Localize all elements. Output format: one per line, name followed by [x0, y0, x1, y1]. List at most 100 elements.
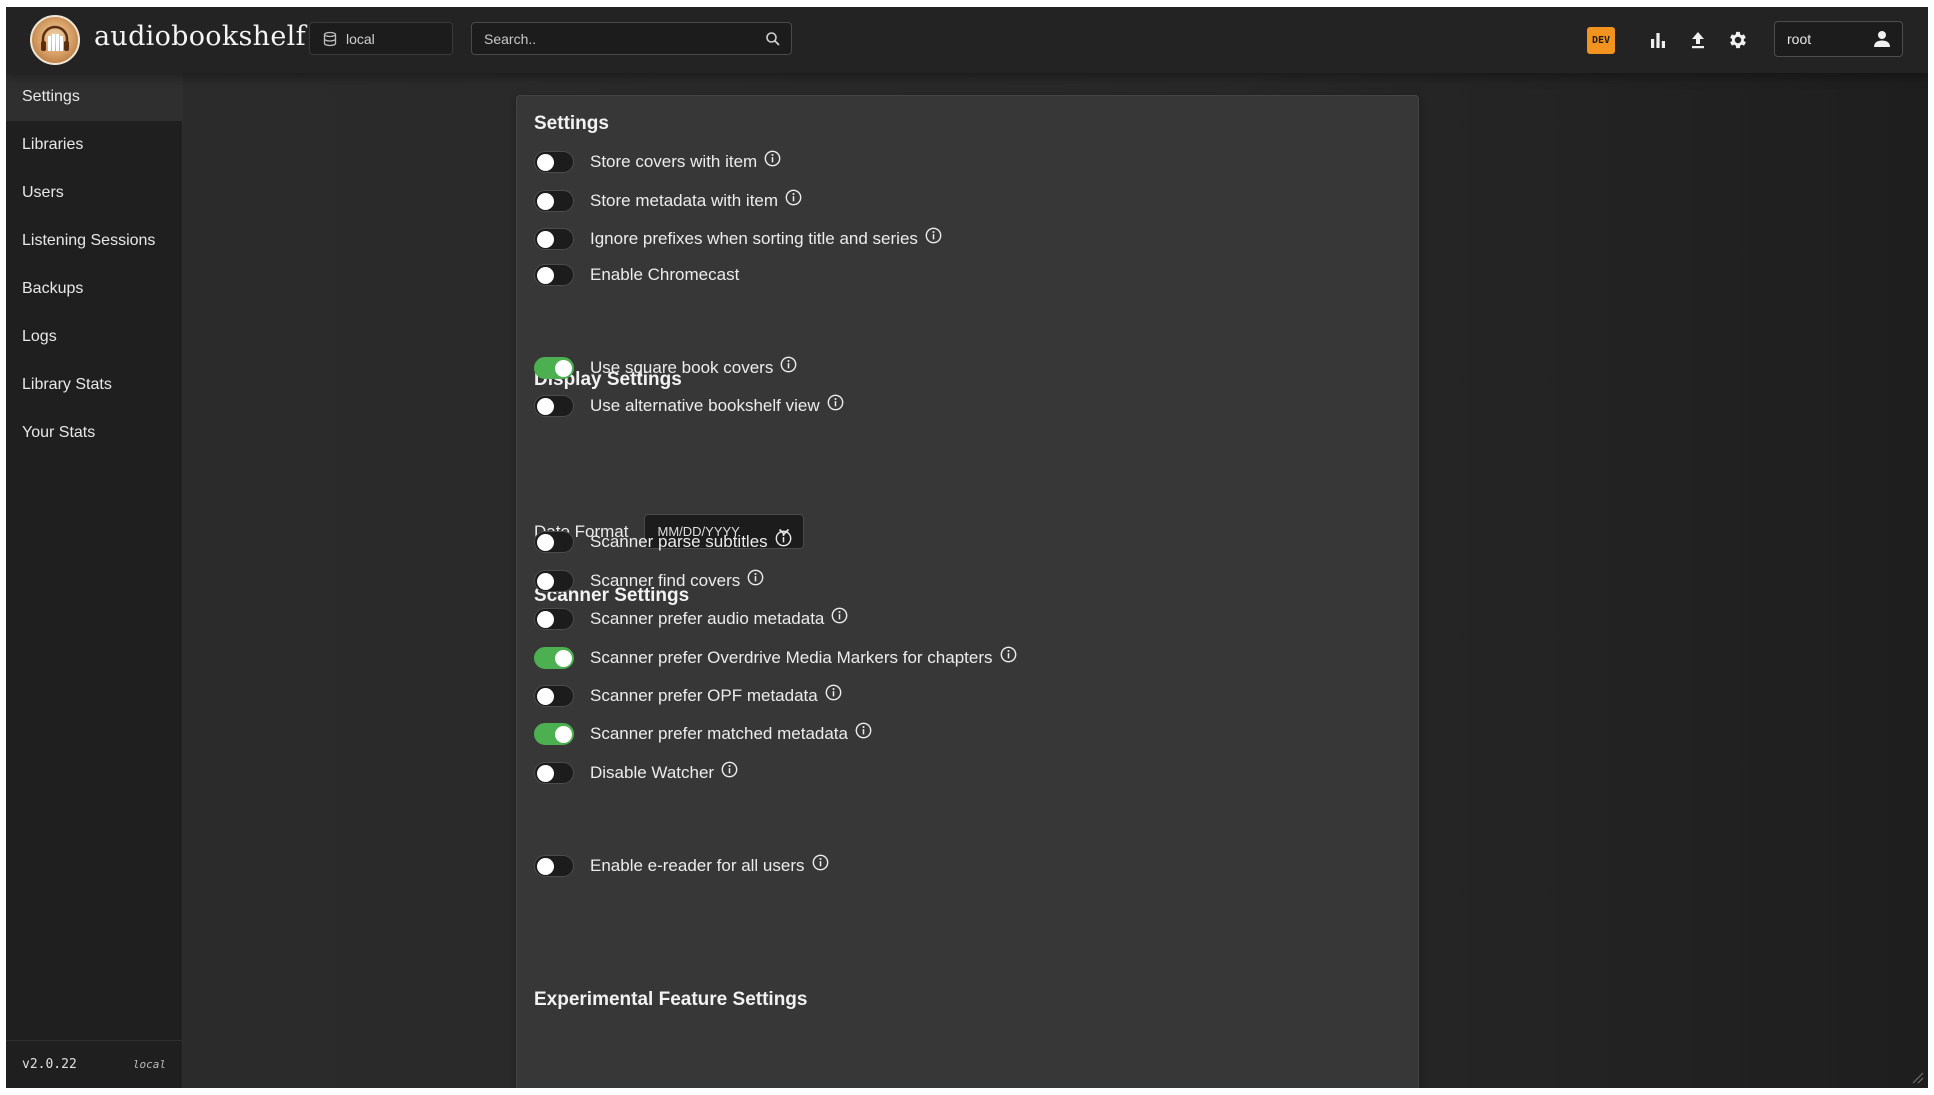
info-icon[interactable]: [855, 722, 872, 739]
toggle-knob: [537, 398, 554, 415]
info-icon[interactable]: [721, 761, 738, 778]
version-label[interactable]: v2.0.22: [22, 1057, 77, 1072]
toggle-knob: [537, 267, 554, 284]
toggle-enable-chromecast[interactable]: [534, 264, 574, 286]
setting-row-store-metadata-with-item: Store metadata with item: [534, 187, 802, 215]
app-title[interactable]: audiobookshelf: [94, 21, 306, 52]
library-name: local: [346, 30, 375, 47]
gear-icon: [1730, 31, 1746, 49]
info-icon[interactable]: [925, 227, 942, 244]
setting-row-ignore-prefixes-when-sorting-title-and-series: Ignore prefixes when sorting title and s…: [534, 225, 942, 253]
setting-row-scanner-prefer-opf-metadata: Scanner prefer OPF metadata: [534, 682, 842, 710]
setting-row-store-covers-with-item: Store covers with item: [534, 148, 781, 176]
setting-label: Store covers with item: [590, 152, 758, 171]
toggle-knob: [537, 193, 554, 210]
sidebar: Settings Libraries Users Listening Sessions…: [6, 73, 183, 1088]
setting-row-scanner-prefer-overdrive-media-markers-for-chapters: Scanner prefer Overdrive Media Markers f…: [534, 644, 1017, 672]
setting-row-scanner-find-covers: Scanner find covers: [534, 567, 764, 595]
upload-button[interactable]: [1686, 28, 1710, 52]
setting-label: Scanner prefer OPF metadata: [590, 686, 818, 705]
sidebar-item-users[interactable]: Users: [6, 169, 182, 217]
setting-label: Store metadata with item: [590, 191, 779, 210]
toggle-scanner-parse-subtitles[interactable]: [534, 531, 574, 553]
sidebar-item-library-stats[interactable]: Library Stats: [6, 361, 182, 409]
sidebar-item-logs[interactable]: Logs: [6, 313, 182, 361]
toggle-enable-e-reader-for-all-users[interactable]: [534, 855, 574, 877]
setting-row-disable-watcher: Disable Watcher: [534, 759, 738, 787]
setting-row-scanner-prefer-matched-metadata: Scanner prefer matched metadata: [534, 720, 872, 748]
toggle-knob: [537, 534, 554, 551]
toggle-knob: [537, 231, 554, 248]
top-bar: audiobookshelf local DEV: [6, 7, 1928, 73]
search-icon[interactable]: [765, 31, 781, 47]
info-icon[interactable]: [825, 684, 842, 701]
headphones-books-icon: [41, 25, 69, 51]
setting-label: Scanner find covers: [590, 571, 741, 590]
toggle-scanner-prefer-matched-metadata[interactable]: [534, 723, 574, 745]
info-icon[interactable]: [747, 569, 764, 586]
info-icon[interactable]: [775, 530, 792, 547]
toggle-ignore-prefixes-when-sorting-title-and-series[interactable]: [534, 228, 574, 250]
toggle-scanner-prefer-overdrive-media-markers-for-chapters[interactable]: [534, 647, 574, 669]
setting-label: Use alternative bookshelf view: [590, 396, 820, 415]
section-title-settings: Settings: [534, 113, 609, 134]
toggle-knob: [555, 360, 572, 377]
database-icon: [323, 31, 337, 46]
info-icon[interactable]: [812, 854, 829, 871]
sidebar-item-your-stats[interactable]: Your Stats: [6, 409, 182, 457]
setting-row-scanner-parse-subtitles: Scanner parse subtitles: [534, 528, 792, 556]
app-window: audiobookshelf local DEV: [6, 7, 1928, 1088]
info-icon[interactable]: [831, 607, 848, 624]
sidebar-item-settings[interactable]: Settings: [6, 73, 182, 121]
toggle-knob: [537, 765, 554, 782]
toggle-use-alternative-bookshelf-view[interactable]: [534, 395, 574, 417]
setting-row-enable-chromecast: Enable Chromecast: [534, 261, 739, 289]
sidebar-footer: v2.0.22 local: [6, 1040, 182, 1088]
bar-chart-icon: [1651, 33, 1665, 48]
stats-button[interactable]: [1646, 28, 1670, 52]
toggle-knob: [537, 573, 554, 590]
info-icon[interactable]: [827, 394, 844, 411]
dev-badge: DEV: [1587, 27, 1615, 54]
upload-icon: [1692, 32, 1704, 49]
search-box[interactable]: [471, 22, 792, 55]
toggle-knob: [537, 858, 554, 875]
setting-label: Scanner prefer Overdrive Media Markers f…: [590, 648, 993, 667]
setting-row-use-alternative-bookshelf-view: Use alternative bookshelf view: [534, 392, 844, 420]
toggle-scanner-find-covers[interactable]: [534, 570, 574, 592]
username: root: [1787, 31, 1812, 47]
search-input[interactable]: [472, 23, 791, 54]
toggle-knob: [537, 154, 554, 171]
resize-grip-icon[interactable]: [1910, 1070, 1924, 1084]
toggle-disable-watcher[interactable]: [534, 762, 574, 784]
settings-button[interactable]: [1726, 28, 1750, 52]
app-logo[interactable]: [30, 15, 80, 65]
setting-label: Disable Watcher: [590, 763, 715, 782]
info-icon[interactable]: [764, 150, 781, 167]
user-menu-button[interactable]: root: [1774, 21, 1903, 57]
sidebar-item-listening-sessions[interactable]: Listening Sessions: [6, 217, 182, 265]
toggle-scanner-prefer-opf-metadata[interactable]: [534, 685, 574, 707]
toggle-store-covers-with-item[interactable]: [534, 151, 574, 173]
toggle-scanner-prefer-audio-metadata[interactable]: [534, 608, 574, 630]
settings-panel: Settings Display Settings Scanner Settin…: [516, 95, 1419, 1088]
toggle-knob: [555, 650, 572, 667]
sidebar-item-backups[interactable]: Backups: [6, 265, 182, 313]
setting-label: Enable e-reader for all users: [590, 856, 805, 875]
setting-row-enable-e-reader-for-all-users: Enable e-reader for all users: [534, 852, 829, 880]
info-icon[interactable]: [785, 189, 802, 206]
sidebar-item-libraries[interactable]: Libraries: [6, 121, 182, 169]
info-icon[interactable]: [1000, 646, 1017, 663]
setting-label: Enable Chromecast: [590, 265, 740, 284]
toggle-store-metadata-with-item[interactable]: [534, 190, 574, 212]
sidebar-nav: Settings Libraries Users Listening Sessions…: [6, 73, 182, 457]
section-title-experimental: Experimental Feature Settings: [534, 989, 808, 1010]
toggle-use-square-book-covers[interactable]: [534, 357, 574, 379]
library-selector[interactable]: local: [309, 22, 453, 55]
info-icon[interactable]: [780, 356, 797, 373]
setting-label: Use square book covers: [590, 358, 774, 377]
source-label: local: [132, 1058, 166, 1071]
setting-label: Scanner prefer audio metadata: [590, 609, 825, 628]
person-icon: [1874, 31, 1890, 47]
setting-label: Scanner parse subtitles: [590, 532, 768, 551]
